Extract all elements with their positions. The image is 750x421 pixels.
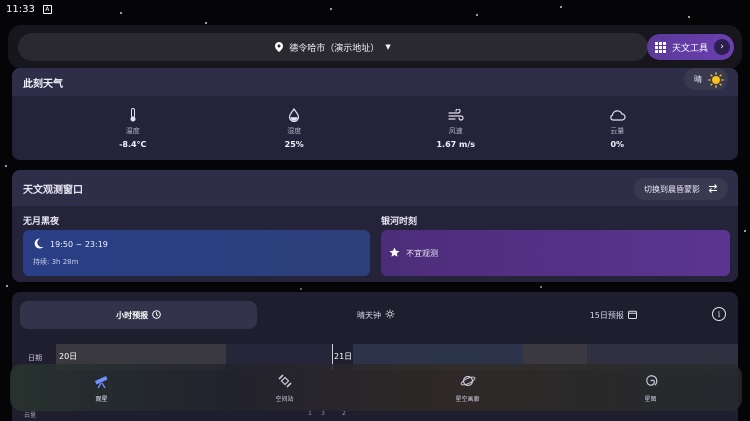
weather-condition-badge: 晴: [684, 68, 728, 90]
metric-label: 风速: [448, 127, 463, 135]
tab-label: 小时预报: [116, 310, 149, 320]
nav-sky-gallery[interactable]: 星空画廊: [376, 364, 559, 411]
chevron-right-icon: ›: [714, 39, 730, 55]
telescope-icon: [93, 373, 111, 389]
tab-15-day-forecast[interactable]: 15日预报: [495, 301, 732, 329]
sun-icon: [708, 72, 724, 88]
switch-twilight-label: 切换到晨昏蒙影: [644, 184, 700, 194]
planet-icon: [459, 373, 477, 389]
metric-value: -8.4°C: [119, 140, 147, 149]
status-time: 11:33: [6, 3, 35, 15]
date-row-label: 日期: [28, 354, 42, 362]
nav-stargazing[interactable]: 观星: [10, 364, 193, 411]
location-selector[interactable]: 德令哈市（演示地址） ▼: [18, 33, 648, 61]
status-bar: 11:33 A: [0, 0, 750, 18]
grid-icon: [655, 41, 666, 53]
satellite-icon: [276, 373, 294, 389]
cloud-cover-row: 云量 1 3 2: [12, 410, 738, 421]
swap-arrows-icon: [708, 183, 718, 195]
location-label: 德令哈市（演示地址）: [289, 43, 380, 54]
milky-way-status: 不宜观测: [406, 248, 438, 258]
tab-label: 晴天钟: [356, 310, 381, 320]
notification-a-icon: A: [42, 4, 52, 14]
moon-icon: [33, 238, 44, 251]
current-weather-card: 此刻天气 晴 温度 -8.4°C 湿度 25% 风速 1.67 m/s 云量 0…: [12, 68, 738, 160]
metric-label: 湿度: [287, 127, 302, 135]
tab-clear-sky-clock[interactable]: 晴天钟: [257, 301, 494, 329]
nav-star-map[interactable]: 星图: [559, 364, 742, 411]
cloud-icon: [608, 108, 626, 122]
moonless-duration: 持续: 3h 28m: [33, 258, 79, 266]
chevron-down-icon: ▼: [385, 43, 391, 51]
nav-label: 星图: [644, 395, 657, 403]
tab-label: 15日预报: [589, 310, 624, 320]
moonless-time: 19:50 ~ 23:19: [50, 240, 108, 249]
date-label: 21日: [334, 352, 353, 361]
nav-space-station[interactable]: 空间站: [193, 364, 376, 411]
astro-window-title: 天文观测窗口: [23, 184, 83, 196]
hour-tick: 3: [321, 410, 325, 417]
cloud-row-label: 云量: [24, 412, 37, 419]
hour-tick: 1: [308, 410, 312, 417]
weather-condition: 晴: [694, 74, 702, 84]
clock-icon: [152, 309, 161, 321]
moonless-night-card: 19:50 ~ 23:19 持续: 3h 28m: [23, 230, 370, 276]
location-pin-icon: [275, 42, 284, 52]
milky-way-title: 银河时刻: [381, 217, 418, 227]
info-icon[interactable]: i: [712, 307, 726, 321]
metric-wind: 风速 1.67 m/s: [396, 108, 516, 149]
switch-twilight-button[interactable]: 切换到晨昏蒙影: [634, 178, 728, 200]
astro-tools-label: 天文工具: [672, 43, 709, 54]
nav-label: 星空画廊: [455, 395, 480, 403]
hour-tick: 2: [342, 410, 346, 417]
metric-humidity: 湿度 25%: [234, 108, 354, 149]
forecast-tabs: 小时预报 晴天钟 15日预报: [20, 301, 732, 329]
astro-tools-button[interactable]: 天文工具 ›: [647, 34, 734, 60]
astro-window-card: 天文观测窗口 切换到晨昏蒙影 无月黑夜 银河时刻 19:50 ~ 23:19 持…: [12, 170, 738, 282]
metric-value: 1.67 m/s: [436, 140, 476, 149]
milky-way-card: 不宜观测: [381, 230, 730, 276]
galaxy-icon: [642, 373, 660, 389]
top-bar: 德令哈市（演示地址） ▼ 天文工具 ›: [8, 25, 742, 69]
metric-value: 0%: [610, 140, 625, 149]
moonless-title: 无月黑夜: [23, 217, 60, 227]
wind-icon: [448, 108, 464, 122]
metric-value: 25%: [284, 140, 304, 149]
bottom-navigation: 观星 空间站 星空画廊 星图: [10, 364, 742, 411]
metric-cloud-cover: 云量 0%: [557, 108, 677, 149]
nav-label: 观星: [95, 395, 108, 403]
metric-label: 温度: [125, 127, 140, 135]
droplet-icon: [288, 108, 300, 122]
thermometer-icon: [129, 108, 137, 122]
nav-label: 空间站: [275, 395, 294, 403]
calendar-icon: [627, 310, 637, 321]
tab-hourly-forecast[interactable]: 小时预报: [20, 301, 258, 329]
weather-title: 此刻天气: [23, 78, 63, 90]
metric-temperature: 温度 -8.4°C: [73, 108, 193, 149]
date-label: 20日: [59, 352, 78, 361]
sun-small-icon: [385, 309, 395, 321]
star-icon: [389, 247, 400, 260]
metric-label: 云量: [610, 127, 625, 135]
